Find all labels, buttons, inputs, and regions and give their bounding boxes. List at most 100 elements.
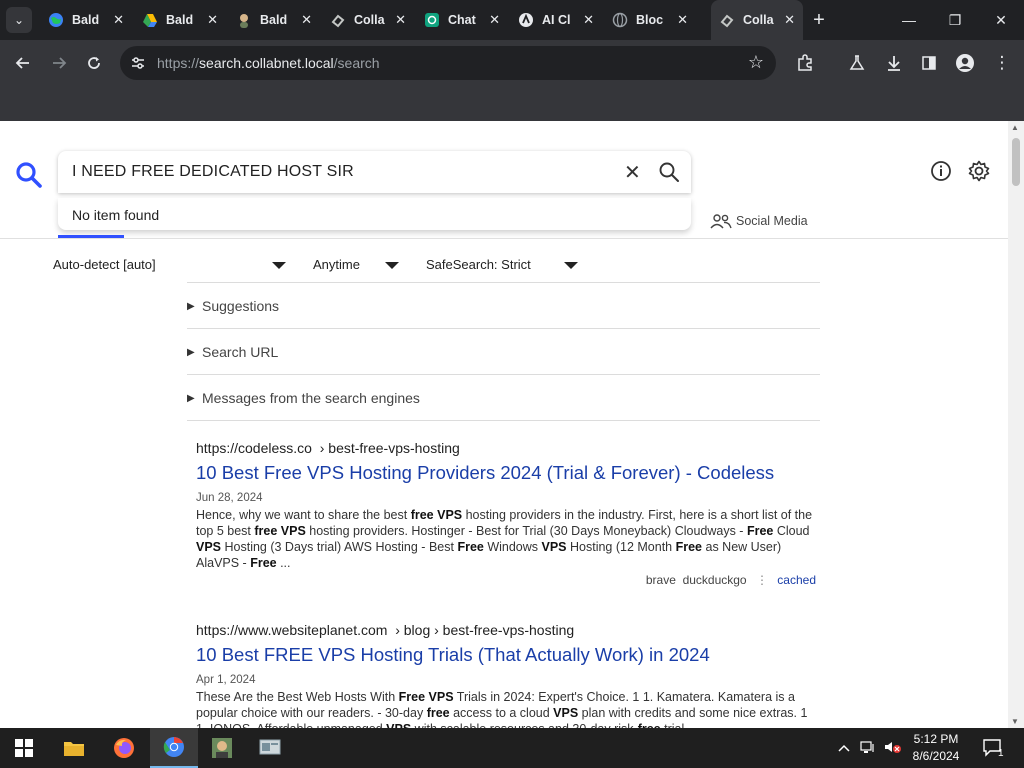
restore-button[interactable]: ❐ [932, 0, 978, 40]
browser-tab[interactable]: Bald ✕ [228, 6, 320, 34]
result-url[interactable]: https://codeless.co › best-free-vps-host… [196, 440, 816, 456]
browser-tab[interactable]: Bald ✕ [134, 6, 226, 34]
info-icon[interactable] [929, 159, 953, 183]
search-result: https://codeless.co › best-free-vps-host… [196, 440, 816, 587]
time-range-dropdown-icon[interactable] [385, 262, 399, 269]
close-tab-icon[interactable]: ✕ [677, 12, 688, 28]
close-window-button[interactable]: ✕ [978, 0, 1024, 40]
chrome-icon [163, 737, 184, 757]
extensions-button[interactable] [790, 48, 820, 78]
back-button[interactable] [8, 48, 38, 78]
start-button[interactable] [0, 728, 48, 768]
reload-button[interactable] [79, 48, 109, 78]
language-dropdown-icon[interactable] [272, 262, 286, 269]
browser-tab[interactable]: Bald ✕ [40, 6, 132, 34]
windows-logo-icon [15, 739, 33, 757]
result-snippet: Hence, why we want to share the best fre… [196, 508, 813, 570]
safesearch-select[interactable]: SafeSearch: Strict [426, 257, 531, 272]
browser-tab[interactable]: Bloc ✕ [604, 6, 696, 34]
time-range-select[interactable]: Anytime [313, 257, 360, 272]
window-app-icon [259, 739, 281, 755]
tab-title: Chat [448, 13, 476, 27]
result-date: Jun 28, 2024 [196, 492, 263, 504]
close-tab-icon[interactable]: ✕ [489, 12, 500, 28]
category-social-media[interactable]: Social Media [710, 213, 808, 229]
safesearch-dropdown-icon[interactable] [564, 262, 578, 269]
browser-tab[interactable]: Colla ✕ [322, 6, 414, 34]
expand-triangle-icon: ▶ [187, 347, 195, 358]
notification-count: 1 [998, 747, 1004, 759]
settings-gear-icon[interactable] [967, 159, 991, 183]
windows-taskbar: 5:12 PM 8/6/2024 1 [0, 728, 1024, 768]
close-tab-icon[interactable]: ✕ [784, 12, 795, 28]
minimize-button[interactable]: — [886, 0, 932, 40]
result-meta: brave duckduckgo ⋮ cached [196, 573, 816, 587]
close-tab-icon[interactable]: ✕ [113, 12, 124, 28]
globe-icon [48, 12, 64, 28]
downloads-button[interactable] [879, 48, 909, 78]
bookmark-star-icon[interactable]: ☆ [748, 52, 764, 73]
page-scrollbar[interactable]: ▲ ▼ [1008, 121, 1024, 728]
labs-button[interactable] [842, 48, 872, 78]
suggestions-section[interactable]: ▶ Suggestions [187, 283, 820, 329]
more-vertical-icon: ⋮ [993, 53, 1011, 72]
search-url-section[interactable]: ▶ Search URL [187, 329, 820, 375]
close-tab-icon[interactable]: ✕ [395, 12, 406, 28]
system-tray [838, 728, 902, 768]
search-submit-icon[interactable] [658, 161, 680, 183]
forward-button[interactable] [44, 48, 74, 78]
speaker-muted-icon[interactable] [884, 740, 902, 757]
tab-title: Bald [72, 13, 100, 27]
taskbar-app-avatar[interactable] [198, 728, 246, 768]
side-panel-button[interactable] [914, 48, 944, 78]
search-logo-icon[interactable] [15, 161, 43, 189]
tab-search-dropdown-button[interactable]: ⌄ [6, 7, 32, 33]
engine-messages-section[interactable]: ▶ Messages from the search engines [187, 375, 820, 421]
close-tab-icon[interactable]: ✕ [207, 12, 218, 28]
scroll-down-icon[interactable]: ▼ [1011, 717, 1019, 726]
arrow-right-icon [53, 57, 67, 69]
tab-title: AI Cl [542, 13, 571, 27]
taskbar-chrome[interactable] [150, 728, 198, 768]
separator-dots: ⋮ [755, 573, 768, 587]
section-label: Suggestions [202, 298, 280, 314]
tab-title: Bald [260, 13, 288, 27]
result-title-link[interactable]: 10 Best Free VPS Hosting Providers 2024 … [196, 462, 816, 484]
clear-search-icon[interactable]: ✕ [624, 160, 641, 185]
clock-date: 8/6/2024 [912, 749, 960, 763]
avatar-icon [236, 12, 252, 28]
taskbar-clock[interactable]: 5:12 PM 8/6/2024 [906, 731, 966, 765]
browser-tab[interactable]: AI Cl ✕ [510, 6, 602, 34]
close-tab-icon[interactable]: ✕ [301, 12, 312, 28]
firefox-icon [114, 738, 134, 758]
taskbar-app-window[interactable] [246, 728, 294, 768]
menu-button[interactable]: ⋮ [987, 48, 1017, 78]
scrollbar-thumb[interactable] [1012, 138, 1020, 186]
profile-button[interactable] [950, 48, 980, 78]
site-info-icon[interactable] [130, 55, 146, 71]
side-panel-icon [922, 56, 936, 70]
cached-link[interactable]: cached [777, 573, 816, 587]
profile-icon [956, 54, 974, 72]
flask-icon [849, 55, 865, 70]
result-date: Apr 1, 2024 [196, 674, 256, 686]
chevron-up-icon[interactable] [838, 741, 850, 755]
network-icon[interactable] [860, 740, 876, 757]
taskbar-firefox[interactable] [100, 728, 148, 768]
new-tab-button[interactable]: + [808, 9, 830, 31]
address-bar[interactable]: https://search.collabnet.local/search ☆ [120, 46, 776, 80]
result-title-link[interactable]: 10 Best FREE VPS Hosting Trials (That Ac… [196, 644, 816, 666]
close-tab-icon[interactable]: ✕ [583, 12, 594, 28]
result-url[interactable]: https://www.websiteplanet.com › blog › b… [196, 622, 816, 638]
taskbar-file-explorer[interactable] [50, 728, 98, 768]
avatar-icon [212, 738, 232, 758]
notification-center-button[interactable]: 1 [982, 728, 1004, 768]
search-input[interactable]: I NEED FREE DEDICATED HOST SIR [72, 163, 354, 181]
address-url[interactable]: https://search.collabnet.local/search [157, 55, 380, 71]
search-result: https://www.websiteplanet.com › blog › b… [196, 622, 816, 728]
scroll-up-icon[interactable]: ▲ [1011, 123, 1019, 132]
autocomplete-dropdown: No item found [58, 198, 691, 230]
browser-tab-active[interactable]: Colla ✕ [711, 0, 803, 40]
browser-tab[interactable]: Chat ✕ [416, 6, 508, 34]
language-select[interactable]: Auto-detect [auto] [53, 257, 156, 272]
